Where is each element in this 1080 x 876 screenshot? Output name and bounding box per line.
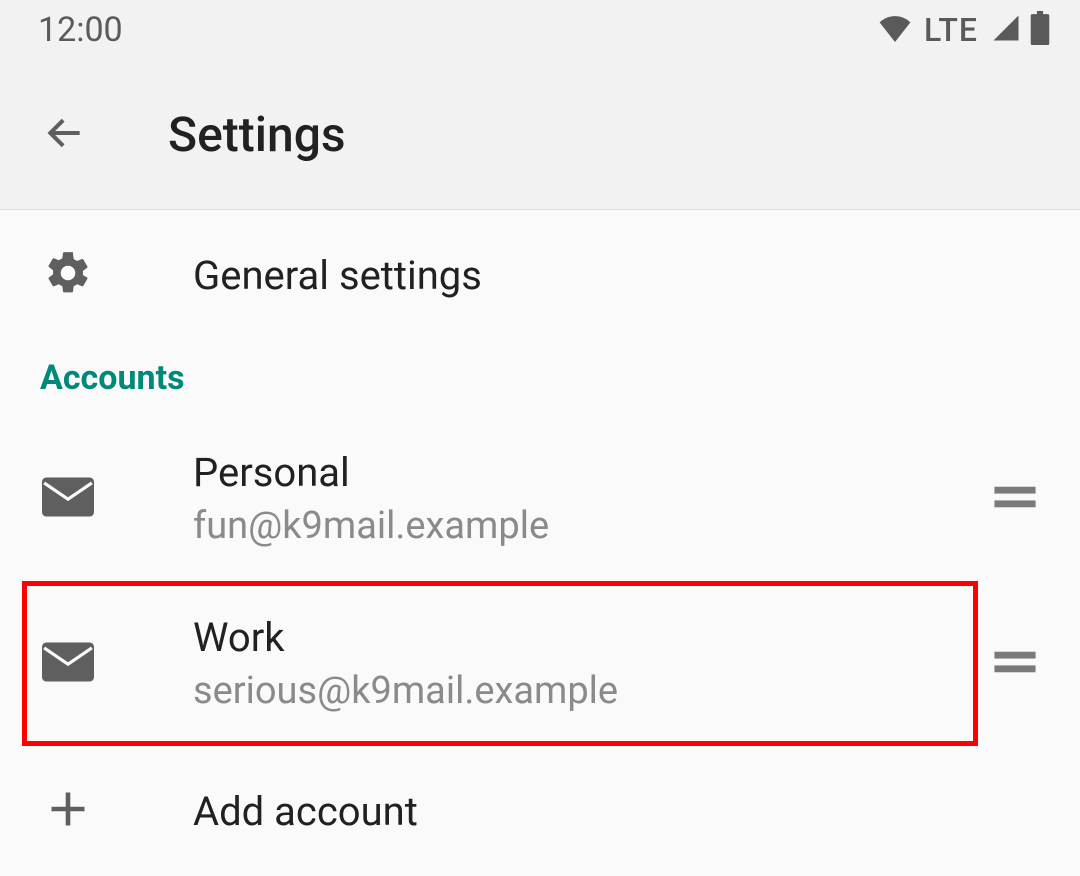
app-bar: Settings xyxy=(0,60,1080,210)
mail-icon xyxy=(42,641,94,687)
drag-icon xyxy=(993,650,1037,678)
add-account-label: Add account xyxy=(193,788,1040,835)
drag-icon xyxy=(993,485,1037,513)
general-settings-label: General settings xyxy=(193,252,1040,299)
status-time: 12:00 xyxy=(38,10,123,50)
account-email: fun@k9mail.example xyxy=(193,504,970,548)
account-name: Work xyxy=(193,614,970,661)
drag-handle[interactable] xyxy=(990,639,1040,689)
battery-icon xyxy=(1030,11,1050,49)
gear-icon xyxy=(43,248,93,302)
content: General settings Accounts Personal fun@k… xyxy=(0,210,1080,876)
plus-icon xyxy=(46,787,90,835)
account-row[interactable]: Personal fun@k9mail.example xyxy=(0,416,1080,581)
account-email: serious@k9mail.example xyxy=(193,669,970,713)
page-title: Settings xyxy=(168,106,346,163)
mail-icon xyxy=(42,476,94,522)
cellular-icon xyxy=(990,13,1022,47)
accounts-section-header: Accounts xyxy=(0,340,1080,416)
account-row[interactable]: Work serious@k9mail.example xyxy=(0,581,1080,746)
general-settings-row[interactable]: General settings xyxy=(0,210,1080,340)
account-name: Personal xyxy=(193,449,970,496)
status-bar: 12:00 LTE xyxy=(0,0,1080,60)
network-label: LTE xyxy=(924,11,978,49)
arrow-left-icon xyxy=(43,111,87,159)
wifi-icon xyxy=(878,14,912,46)
back-button[interactable] xyxy=(40,110,90,160)
drag-handle[interactable] xyxy=(990,474,1040,524)
status-icons: LTE xyxy=(878,11,1050,49)
